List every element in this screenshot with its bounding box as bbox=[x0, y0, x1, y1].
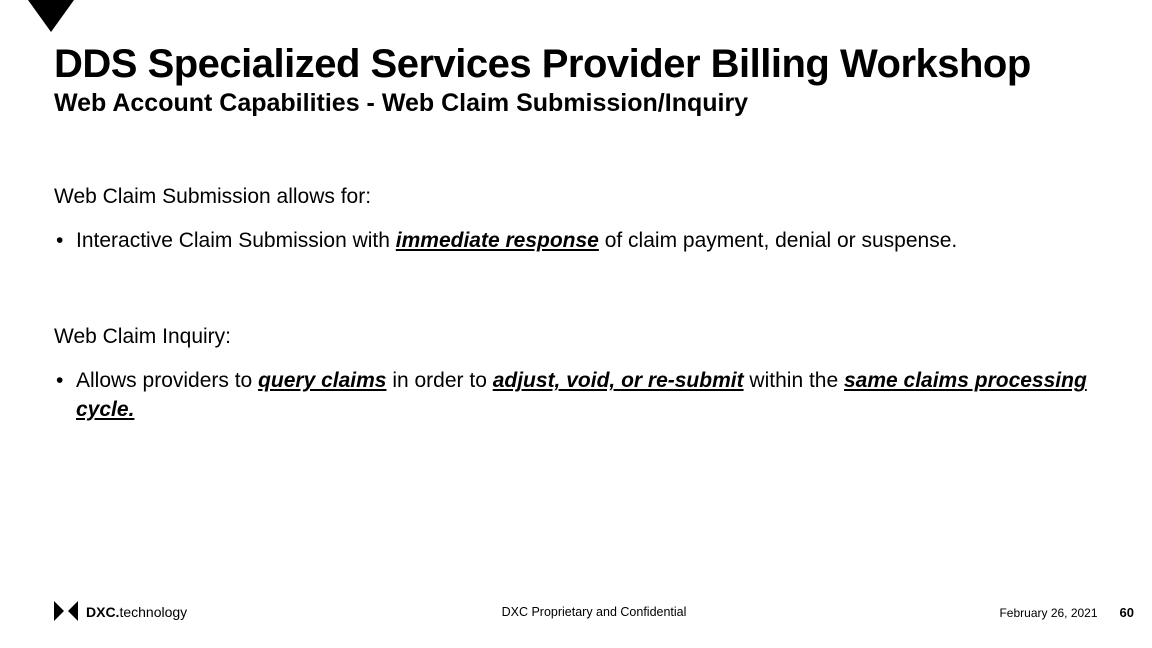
slide-footer: DXC.technology DXC Proprietary and Confi… bbox=[54, 598, 1134, 626]
accent-triangle-icon bbox=[28, 0, 74, 32]
bullet-item: Interactive Claim Submission with immedi… bbox=[54, 227, 1098, 255]
logo-mark-icon bbox=[54, 601, 78, 624]
page-number: 60 bbox=[1120, 605, 1134, 620]
slide-title: DDS Specialized Services Provider Billin… bbox=[54, 42, 1132, 87]
logo-thin: technology bbox=[119, 604, 187, 620]
slide-subtitle: Web Account Capabilities - Web Claim Sub… bbox=[54, 89, 1132, 118]
logo-bold: DXC. bbox=[86, 604, 119, 620]
bullet-text: Interactive Claim Submission with bbox=[76, 229, 396, 252]
emphasis-text: immediate response bbox=[396, 229, 599, 252]
footer-right: February 26, 2021 60 bbox=[999, 605, 1134, 620]
section1-bullets: Interactive Claim Submission with immedi… bbox=[54, 227, 1098, 255]
bullet-text: Allows providers to bbox=[76, 369, 258, 392]
slide-body: Web Claim Submission allows for: Interac… bbox=[54, 185, 1098, 424]
slide: DDS Specialized Services Provider Billin… bbox=[0, 0, 1152, 648]
footer-confidential: DXC Proprietary and Confidential bbox=[502, 605, 687, 619]
bullet-text: of claim payment, denial or suspense. bbox=[599, 229, 957, 252]
footer-date: February 26, 2021 bbox=[999, 606, 1097, 620]
slide-header: DDS Specialized Services Provider Billin… bbox=[54, 42, 1132, 118]
bullet-item: Allows providers to query claims in orde… bbox=[54, 367, 1098, 424]
emphasis-text: adjust, void, or re-submit bbox=[493, 369, 744, 392]
bullet-text: in order to bbox=[386, 369, 492, 392]
section1-heading: Web Claim Submission allows for: bbox=[54, 185, 1098, 209]
emphasis-text: . bbox=[129, 398, 135, 421]
dxc-logo: DXC.technology bbox=[54, 601, 187, 624]
bullet-text: within the bbox=[744, 369, 844, 392]
emphasis-text: query claims bbox=[258, 369, 386, 392]
section2: Web Claim Inquiry: Allows providers to q… bbox=[54, 325, 1098, 424]
logo-text: DXC.technology bbox=[86, 604, 187, 620]
section2-heading: Web Claim Inquiry: bbox=[54, 325, 1098, 349]
section2-bullets: Allows providers to query claims in orde… bbox=[54, 367, 1098, 424]
